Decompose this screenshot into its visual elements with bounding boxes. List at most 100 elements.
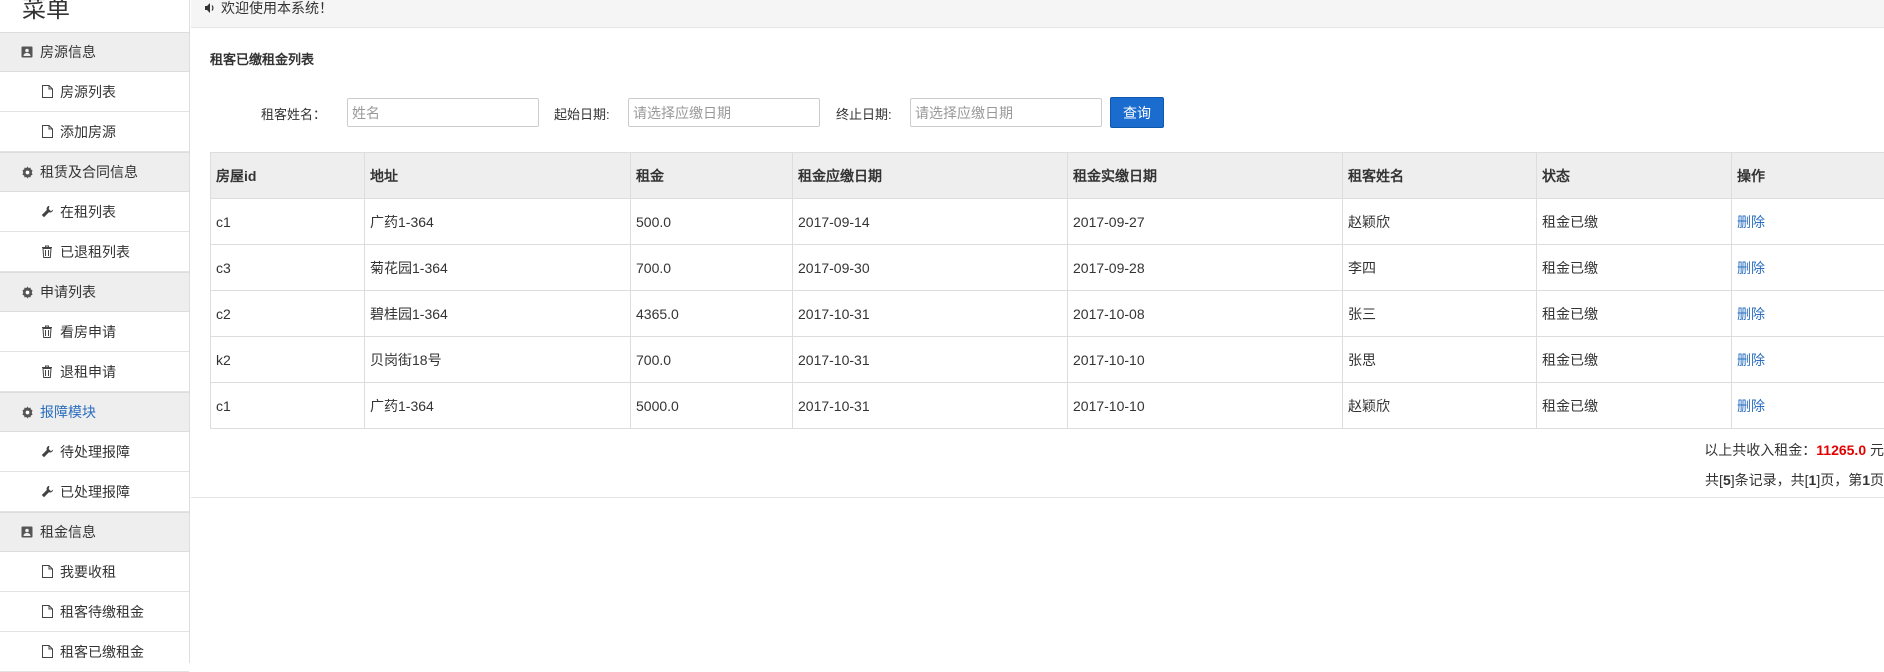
table-cell: 李四 bbox=[1343, 245, 1537, 291]
table-header-row: 房屋id地址租金租金应缴日期租金实缴日期租客姓名状态操作 bbox=[211, 153, 1884, 199]
end-date-label: 终止日期: bbox=[836, 104, 892, 123]
file-icon bbox=[40, 85, 54, 99]
sidebar-item-label: 看房申请 bbox=[60, 312, 116, 352]
action-cell: 删除 bbox=[1732, 245, 1884, 291]
file-icon bbox=[40, 565, 54, 579]
sidebar-group-3[interactable]: 报障模块 bbox=[0, 392, 189, 432]
total-suffix: 元 bbox=[1866, 442, 1884, 458]
action-cell: 删除 bbox=[1732, 337, 1884, 383]
sidebar-item-4-1[interactable]: 租客待缴租金 bbox=[0, 592, 189, 632]
table-row: c3菊花园1-364700.02017-09-302017-09-28李四租金已… bbox=[211, 245, 1884, 291]
query-button[interactable]: 查询 bbox=[1110, 97, 1164, 128]
start-date-input[interactable] bbox=[628, 98, 820, 127]
sidebar-item-label: 在租列表 bbox=[60, 192, 116, 232]
name-input[interactable] bbox=[347, 98, 539, 127]
current-page: 1 bbox=[1862, 472, 1870, 488]
table-cell: c3 bbox=[211, 245, 365, 291]
wrench-icon bbox=[40, 205, 54, 219]
column-header: 房屋id bbox=[211, 153, 365, 199]
sidebar-item-0-0[interactable]: 房源列表 bbox=[0, 72, 189, 112]
sidebar-group-0[interactable]: 房源信息 bbox=[0, 32, 189, 72]
sidebar-group-2[interactable]: 申请列表 bbox=[0, 272, 189, 312]
sidebar-item-4-0[interactable]: 我要收租 bbox=[0, 552, 189, 592]
sidebar-item-2-1[interactable]: 退租申请 bbox=[0, 352, 189, 392]
table-cell: 广药1-364 bbox=[365, 383, 631, 429]
column-header: 状态 bbox=[1537, 153, 1732, 199]
trash-icon bbox=[40, 365, 54, 379]
sidebar-group-label: 租赁及合同信息 bbox=[40, 152, 138, 192]
table-cell: 2017-10-31 bbox=[793, 383, 1068, 429]
table-cell: 2017-10-31 bbox=[793, 337, 1068, 383]
end-date-input[interactable] bbox=[910, 98, 1102, 127]
table-cell: 张思 bbox=[1343, 337, 1537, 383]
table-cell: 2017-09-14 bbox=[793, 199, 1068, 245]
delete-link[interactable]: 删除 bbox=[1737, 306, 1765, 322]
sidebar-item-0-1[interactable]: 添加房源 bbox=[0, 112, 189, 152]
total-value: 11265.0 bbox=[1816, 442, 1866, 458]
sidebar-item-label: 我要收租 bbox=[60, 552, 116, 592]
sidebar-group-label: 租金信息 bbox=[40, 512, 96, 552]
table-cell: 2017-10-08 bbox=[1068, 291, 1343, 337]
pager-text: ]条记录，共[ bbox=[1731, 472, 1809, 488]
sidebar-item-label: 退租申请 bbox=[60, 352, 116, 392]
table-cell: 2017-10-10 bbox=[1068, 383, 1343, 429]
sidebar-item-3-0[interactable]: 待处理报障 bbox=[0, 432, 189, 472]
delete-link[interactable]: 删除 bbox=[1737, 352, 1765, 368]
action-cell: 删除 bbox=[1732, 383, 1884, 429]
sidebar-item-2-0[interactable]: 看房申请 bbox=[0, 312, 189, 352]
sidebar-item-1-0[interactable]: 在租列表 bbox=[0, 192, 189, 232]
table-row: k2贝岗街18号700.02017-10-312017-10-10张思租金已缴删… bbox=[211, 337, 1884, 383]
delete-link[interactable]: 删除 bbox=[1737, 398, 1765, 414]
table-cell: 2017-10-10 bbox=[1068, 337, 1343, 383]
table-cell: k2 bbox=[211, 337, 365, 383]
sidebar-item-label: 已处理报障 bbox=[60, 472, 130, 512]
table-cell: 租金已缴 bbox=[1537, 383, 1732, 429]
table-cell: 贝岗街18号 bbox=[365, 337, 631, 383]
pagination-info: 共[5]条记录，共[1]页，第1页 bbox=[1705, 470, 1884, 490]
table-cell: 租金已缴 bbox=[1537, 337, 1732, 383]
table-cell: 5000.0 bbox=[631, 383, 793, 429]
sidebar-item-label: 已退租列表 bbox=[60, 232, 130, 272]
sidebar-group-1[interactable]: 租赁及合同信息 bbox=[0, 152, 189, 192]
column-header: 地址 bbox=[365, 153, 631, 199]
column-header: 操作 bbox=[1732, 153, 1884, 199]
table-cell: 700.0 bbox=[631, 245, 793, 291]
column-header: 租金实缴日期 bbox=[1068, 153, 1343, 199]
total-prefix: 以上共收入租金： bbox=[1704, 442, 1816, 458]
sidebar-item-4-2[interactable]: 租客已缴租金 bbox=[0, 632, 189, 672]
table-cell: 2017-09-27 bbox=[1068, 199, 1343, 245]
gear-icon bbox=[20, 285, 34, 299]
column-header: 租客姓名 bbox=[1343, 153, 1537, 199]
sidebar-item-1-1[interactable]: 已退租列表 bbox=[0, 232, 189, 272]
table-body: c1广药1-364500.02017-09-142017-09-27赵颖欣租金已… bbox=[211, 199, 1884, 429]
table-cell: c2 bbox=[211, 291, 365, 337]
sidebar-item-label: 添加房源 bbox=[60, 112, 116, 152]
table-row: c1广药1-3645000.02017-10-312017-10-10赵颖欣租金… bbox=[211, 383, 1884, 429]
table-cell: 碧桂园1-364 bbox=[365, 291, 631, 337]
sidebar-group-4[interactable]: 租金信息 bbox=[0, 512, 189, 552]
trash-icon bbox=[40, 325, 54, 339]
welcome-text: 欢迎使用本系统！ bbox=[221, 0, 333, 16]
user-card-icon bbox=[20, 45, 34, 59]
table-cell: 租金已缴 bbox=[1537, 291, 1732, 337]
table-cell: 菊花园1-364 bbox=[365, 245, 631, 291]
record-count: 5 bbox=[1723, 472, 1731, 488]
table-cell: c1 bbox=[211, 199, 365, 245]
wrench-icon bbox=[40, 445, 54, 459]
sidebar-item-3-1[interactable]: 已处理报障 bbox=[0, 472, 189, 512]
column-header: 租金 bbox=[631, 153, 793, 199]
sidebar-item-label: 待处理报障 bbox=[60, 432, 130, 472]
gear-icon bbox=[20, 405, 34, 419]
sidebar-item-label: 租客已缴租金 bbox=[60, 632, 144, 672]
action-cell: 删除 bbox=[1732, 199, 1884, 245]
start-date-label: 起始日期: bbox=[554, 104, 610, 123]
user-card-icon bbox=[20, 525, 34, 539]
file-icon bbox=[40, 645, 54, 659]
pager-text: 页 bbox=[1870, 472, 1884, 488]
table-cell: 赵颖欣 bbox=[1343, 383, 1537, 429]
table-cell: 2017-09-28 bbox=[1068, 245, 1343, 291]
delete-link[interactable]: 删除 bbox=[1737, 260, 1765, 276]
delete-link[interactable]: 删除 bbox=[1737, 214, 1765, 230]
total-income: 以上共收入租金：11265.0 元 bbox=[1704, 440, 1884, 460]
table-cell: 2017-09-30 bbox=[793, 245, 1068, 291]
